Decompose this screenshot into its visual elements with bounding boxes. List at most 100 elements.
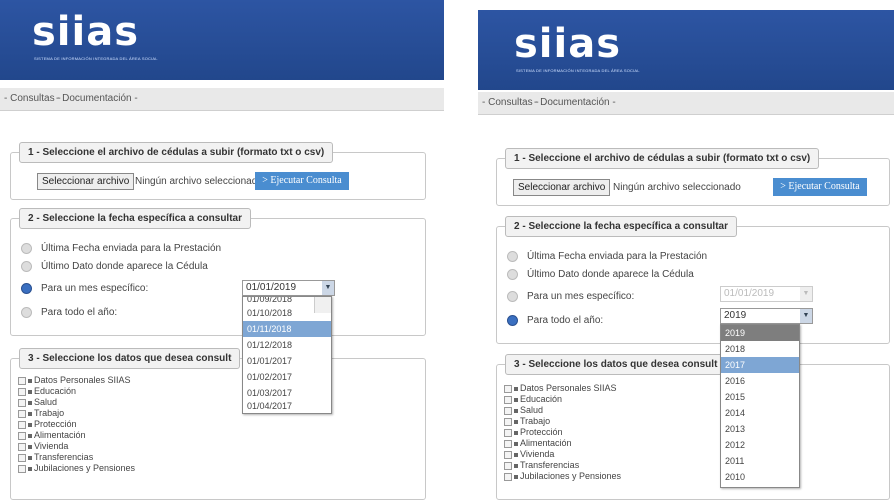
header-banner: siias SISTEMA DE INFORMACIÓN INTEGRADA D… <box>0 0 444 80</box>
radio-specific-month[interactable] <box>21 283 32 294</box>
year-option[interactable]: 2015 <box>721 389 799 405</box>
data-tree: Datos Personales SIIAS Educación Salud T… <box>17 375 135 474</box>
tree-item-proteccion[interactable]: Protección <box>17 419 135 430</box>
section2-legend: 2 - Seleccione la fecha específica a con… <box>505 216 737 237</box>
siias-logo: siias <box>514 21 622 67</box>
tree-item-vivienda[interactable]: Vivienda <box>503 449 621 460</box>
year-option[interactable]: 2018 <box>721 341 799 357</box>
nav-documentacion[interactable]: - Documentación - <box>534 97 616 108</box>
tree-item-educacion[interactable]: Educación <box>17 386 135 397</box>
tree-item-salud[interactable]: Salud <box>17 397 135 408</box>
tree-item-proteccion[interactable]: Protección <box>503 427 621 438</box>
checkbox[interactable] <box>504 439 512 448</box>
tree-item-datos-personales[interactable]: Datos Personales SIIAS <box>17 375 135 386</box>
month-option[interactable]: 01/02/2017 <box>243 369 331 385</box>
tree-item-transferencias[interactable]: Transferencias <box>503 460 621 471</box>
logo-subtitle: SISTEMA DE INFORMACIÓN INTEGRADA DEL ÁRE… <box>516 68 640 73</box>
month-select: 01/01/2019 ▼ <box>720 286 813 302</box>
radio-last-data[interactable] <box>21 261 32 272</box>
section2-legend: 2 - Seleccione la fecha específica a con… <box>19 208 251 229</box>
right-screenshot-panel: siias SISTEMA DE INFORMACIÓN INTEGRADA D… <box>478 0 894 502</box>
tree-item-jubilaciones[interactable]: Jubilaciones y Pensiones <box>503 471 621 482</box>
year-option[interactable]: 2013 <box>721 421 799 437</box>
radio-last-date[interactable] <box>21 243 32 254</box>
tree-item-jubilaciones[interactable]: Jubilaciones y Pensiones <box>17 463 135 474</box>
checkbox[interactable] <box>18 464 26 473</box>
checkbox[interactable] <box>504 428 512 437</box>
section-file-upload: 1 - Seleccione el archivo de cédulas a s… <box>10 142 426 200</box>
execute-query-button[interactable]: > Ejecutar Consulta <box>773 178 867 196</box>
checkbox[interactable] <box>18 387 26 396</box>
tree-item-datos-personales[interactable]: Datos Personales SIIAS <box>503 383 621 394</box>
radio-whole-year[interactable] <box>507 315 518 326</box>
select-file-button[interactable]: Seleccionar archivo <box>513 179 611 196</box>
section-file-upload: 1 - Seleccione el archivo de cédulas a s… <box>496 148 890 206</box>
year-option[interactable]: 2016 <box>721 373 799 389</box>
month-option-highlighted[interactable]: 01/11/2018 <box>243 321 331 337</box>
tree-item-transferencias[interactable]: Transferencias <box>17 452 135 463</box>
section3-legend: 3 - Seleccione los datos que desea consu… <box>19 348 241 369</box>
checkbox[interactable] <box>504 406 512 415</box>
checkbox[interactable] <box>18 409 26 418</box>
year-option-highlighted[interactable]: 2017 <box>721 357 799 373</box>
year-option[interactable]: 2011 <box>721 453 799 469</box>
checkbox[interactable] <box>18 420 26 429</box>
checkbox[interactable] <box>504 461 512 470</box>
tree-item-salud[interactable]: Salud <box>503 405 621 416</box>
year-option[interactable]: 2012 <box>721 437 799 453</box>
checkbox[interactable] <box>504 417 512 426</box>
radio-last-date[interactable] <box>507 251 518 262</box>
section1-legend: 1 - Seleccione el archivo de cédulas a s… <box>19 142 334 163</box>
month-option[interactable]: 01/04/2017 <box>243 401 331 411</box>
tree-item-trabajo[interactable]: Trabajo <box>503 416 621 427</box>
checkbox[interactable] <box>504 395 512 404</box>
radio-last-data[interactable] <box>507 269 518 280</box>
section-date: 2 - Seleccione la fecha específica a con… <box>10 208 426 336</box>
checkbox[interactable] <box>504 384 512 393</box>
section3-legend: 3 - Seleccione los datos que desea consu… <box>505 354 727 375</box>
nav-consultas[interactable]: - Consultas - <box>4 93 61 104</box>
execute-query-button[interactable]: > Ejecutar Consulta <box>255 172 349 190</box>
year-option-selected[interactable]: 2019 <box>721 325 799 341</box>
checkbox[interactable] <box>18 453 26 462</box>
year-option[interactable]: 2010 <box>721 469 799 485</box>
chevron-down-icon[interactable]: ▼ <box>800 309 812 323</box>
checkbox[interactable] <box>18 398 26 407</box>
tree-item-vivienda[interactable]: Vivienda <box>17 441 135 452</box>
section1-legend: 1 - Seleccione el archivo de cédulas a s… <box>505 148 820 169</box>
year-dropdown[interactable]: 2019 2018 2017 2016 2015 2014 2013 2012 … <box>720 324 800 488</box>
month-dropdown[interactable]: 01/09/2018 01/10/2018 01/11/2018 01/12/2… <box>242 296 332 414</box>
select-file-button[interactable]: Seleccionar archivo <box>37 173 135 190</box>
checkbox[interactable] <box>504 450 512 459</box>
nav-bar: - Consultas - - Documentación - <box>478 92 894 115</box>
logo-subtitle: SISTEMA DE INFORMACIÓN INTEGRADA DEL ÁRE… <box>34 56 158 61</box>
chevron-down-icon: ▼ <box>800 287 812 301</box>
year-select[interactable]: 2019 ▼ <box>720 308 813 324</box>
checkbox[interactable] <box>504 472 512 481</box>
nav-documentacion[interactable]: - Documentación - <box>56 93 138 104</box>
tree-item-alimentacion[interactable]: Alimentación <box>17 430 135 441</box>
left-screenshot-panel: siias SISTEMA DE INFORMACIÓN INTEGRADA D… <box>0 0 444 502</box>
tree-item-alimentacion[interactable]: Alimentación <box>503 438 621 449</box>
section-data: 3 - Seleccione los datos que desea consu… <box>10 348 426 500</box>
header-banner: siias SISTEMA DE INFORMACIÓN INTEGRADA D… <box>478 10 894 90</box>
section-data: 3 - Seleccione los datos que desea consu… <box>496 354 890 500</box>
tree-item-trabajo[interactable]: Trabajo <box>17 408 135 419</box>
radio-specific-month[interactable] <box>507 291 518 302</box>
file-status-text: Ningún archivo seleccionado <box>135 176 263 187</box>
nav-consultas[interactable]: - Consultas - <box>482 97 539 108</box>
month-option[interactable]: 01/03/2017 <box>243 385 331 401</box>
checkbox[interactable] <box>18 376 26 385</box>
month-option[interactable]: 01/12/2018 <box>243 337 331 353</box>
dropdown-scrollbar[interactable] <box>314 297 331 313</box>
checkbox[interactable] <box>18 442 26 451</box>
checkbox[interactable] <box>18 431 26 440</box>
tree-item-educacion[interactable]: Educación <box>503 394 621 405</box>
nav-bar: - Consultas - - Documentación - <box>0 88 444 111</box>
chevron-down-icon[interactable]: ▼ <box>322 281 334 295</box>
radio-whole-year[interactable] <box>21 307 32 318</box>
month-select[interactable]: 01/01/2019 ▼ <box>242 280 335 296</box>
siias-logo: siias <box>32 9 140 55</box>
year-option[interactable]: 2014 <box>721 405 799 421</box>
month-option[interactable]: 01/01/2017 <box>243 353 331 369</box>
